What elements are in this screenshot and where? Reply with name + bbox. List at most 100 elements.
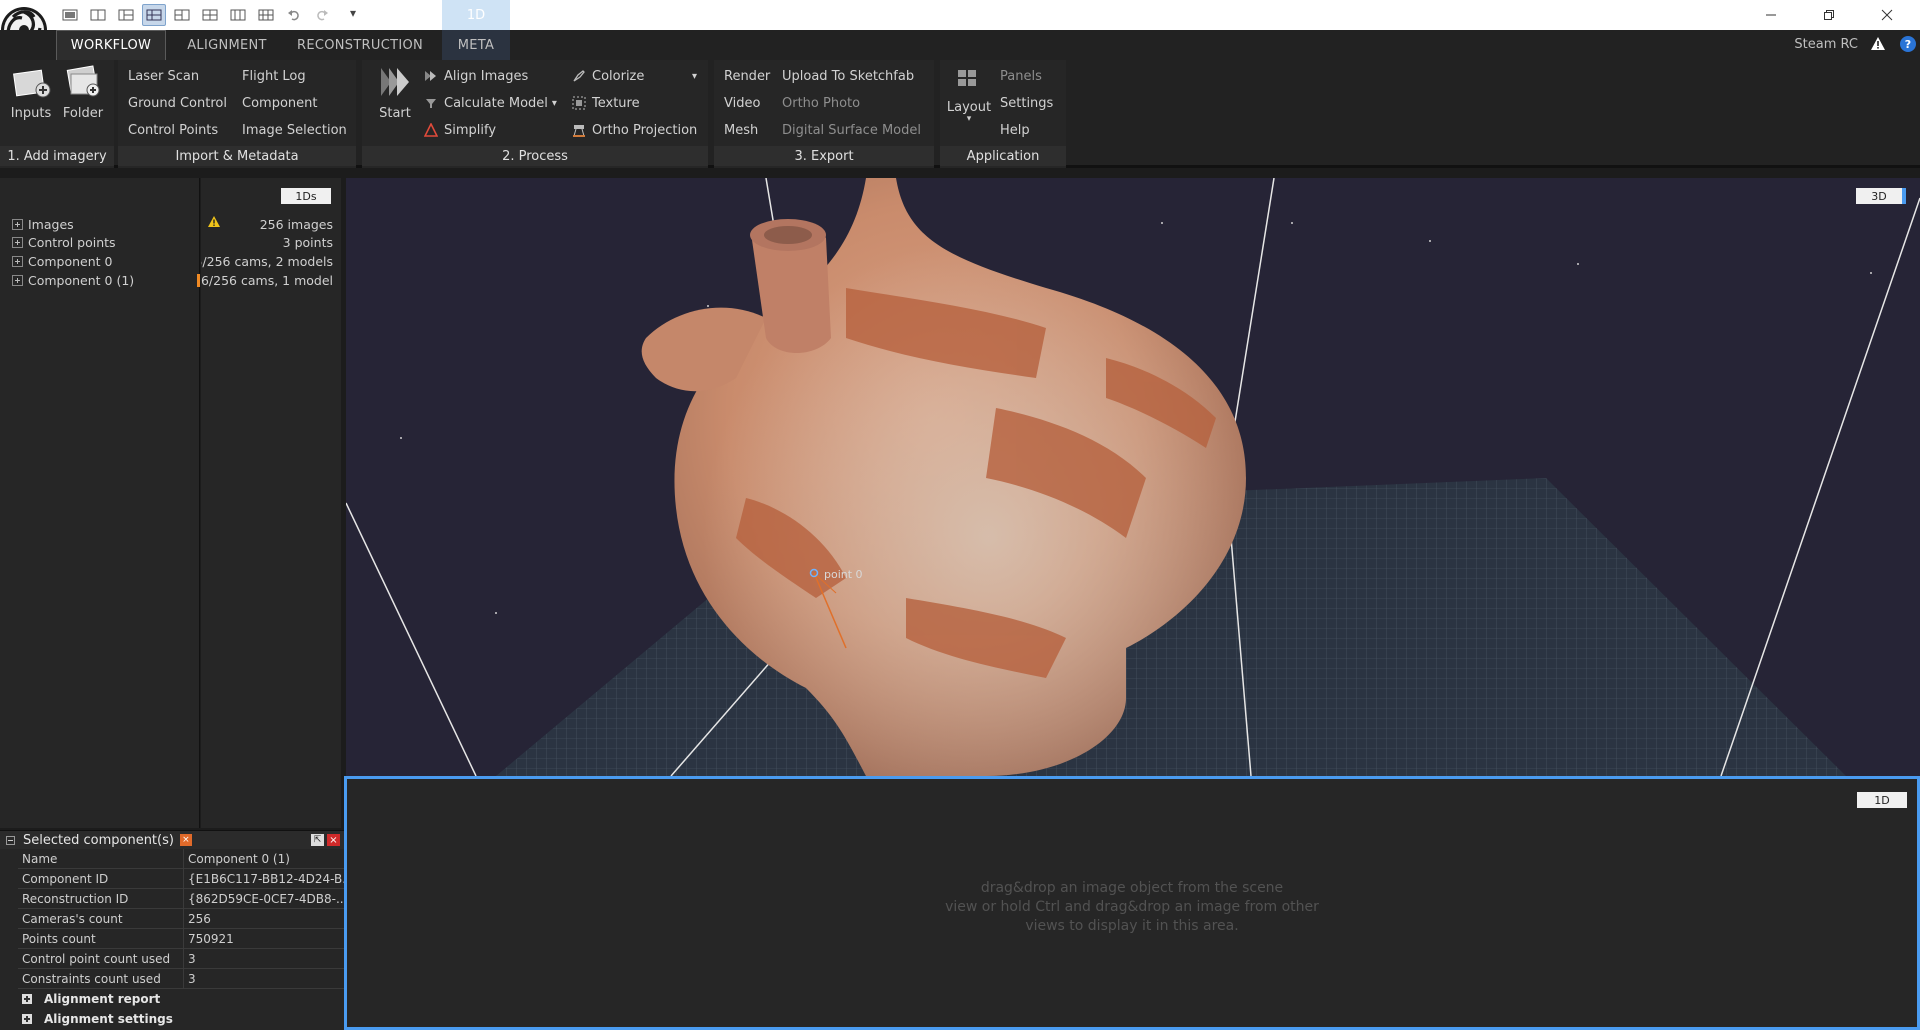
close-icon[interactable] bbox=[1858, 0, 1916, 30]
process-dropdown-icon[interactable]: ▾ bbox=[692, 65, 697, 87]
property-value[interactable]: 3 bbox=[184, 949, 344, 968]
layout-4-icon[interactable] bbox=[142, 4, 166, 26]
alignment-settings-section[interactable]: Alignment settings bbox=[22, 1009, 173, 1029]
panels-button[interactable]: Panels bbox=[1000, 65, 1042, 87]
layout-3-icon[interactable] bbox=[114, 4, 138, 26]
group-label-process: 2. Process bbox=[362, 146, 708, 166]
component-button[interactable]: Component bbox=[242, 92, 317, 114]
layout-5-icon[interactable] bbox=[170, 4, 194, 26]
quick-access-dropdown-icon[interactable]: ▾ bbox=[350, 6, 356, 20]
redo-icon[interactable] bbox=[310, 4, 334, 26]
start-button[interactable]: Start bbox=[370, 64, 420, 136]
property-value[interactable]: 750921 bbox=[184, 929, 344, 948]
colorize-label: Colorize bbox=[592, 68, 645, 84]
start-label: Start bbox=[379, 106, 411, 121]
layout-8-icon[interactable] bbox=[254, 4, 278, 26]
close-panel-icon[interactable]: × bbox=[327, 834, 340, 846]
layout-dropdown-icon[interactable]: ▾ bbox=[967, 115, 972, 124]
minimize-icon[interactable] bbox=[1742, 0, 1800, 30]
property-value[interactable]: Component 0 (1) bbox=[184, 849, 344, 868]
property-value[interactable]: {862D59CE-0CE7-4DB8-... bbox=[184, 889, 344, 908]
expand-icon[interactable] bbox=[12, 255, 23, 267]
1d-image-view[interactable]: 1D drag&drop an image object from the sc… bbox=[344, 776, 1920, 1030]
property-key: Constraints count used bbox=[18, 969, 184, 988]
calculate-model-label: Calculate Model bbox=[444, 95, 548, 111]
layout-button[interactable]: Layout ▾ bbox=[944, 64, 994, 136]
ortho-photo-button[interactable]: Ortho Photo bbox=[782, 92, 860, 114]
render-button[interactable]: Render bbox=[724, 65, 770, 87]
texture-icon bbox=[572, 96, 586, 110]
mesh-button[interactable]: Mesh bbox=[724, 119, 758, 141]
collapse-icon[interactable] bbox=[6, 835, 15, 845]
layout-7-icon[interactable] bbox=[226, 4, 250, 26]
3d-scene[interactable]: point 0 bbox=[346, 178, 1920, 776]
property-value[interactable]: {E1B6C117-BB12-4D24-B... bbox=[184, 869, 344, 888]
calculate-model-button[interactable]: Calculate Model ▾ bbox=[424, 92, 557, 114]
expand-icon[interactable] bbox=[12, 274, 23, 286]
tree-item-label: Component 0 (1) bbox=[28, 272, 135, 288]
help-button[interactable]: Help bbox=[1000, 119, 1030, 141]
restore-icon[interactable] bbox=[1800, 0, 1858, 30]
expand-icon[interactable] bbox=[12, 236, 23, 248]
float-panel-icon[interactable]: ⇱ bbox=[311, 834, 324, 846]
flight-log-button[interactable]: Flight Log bbox=[242, 65, 306, 87]
component-info-clip: 5/256 cams, 2 models 56/256 cams, 1 mode… bbox=[201, 250, 341, 288]
property-key: Component ID bbox=[18, 869, 184, 888]
upload-sketchfab-button[interactable]: Upload To Sketchfab bbox=[782, 65, 914, 87]
1d-view-badge[interactable]: 1D bbox=[1857, 792, 1907, 808]
digital-surface-model-button[interactable]: Digital Surface Model bbox=[782, 119, 921, 141]
clear-selection-icon[interactable]: × bbox=[179, 834, 192, 846]
layout-label: Layout bbox=[946, 100, 992, 115]
tree-item-component-0[interactable]: Component 0 bbox=[12, 252, 113, 270]
inputs-button[interactable]: Inputs bbox=[6, 64, 56, 136]
video-button[interactable]: Video bbox=[724, 92, 760, 114]
property-row: Points count 750921 bbox=[18, 929, 344, 949]
alignment-report-section[interactable]: Alignment report bbox=[22, 989, 160, 1009]
tab-meta[interactable]: META bbox=[442, 30, 510, 60]
context-tab-1d[interactable]: 1D bbox=[442, 0, 510, 30]
tree-item-control-points[interactable]: Control points bbox=[12, 233, 116, 251]
account-name[interactable]: Steam RC bbox=[1794, 37, 1858, 52]
colorize-button[interactable]: Colorize bbox=[572, 65, 644, 87]
group-label-add-imagery: 1. Add imagery bbox=[0, 146, 114, 166]
control-points-button[interactable]: Control Points bbox=[128, 119, 218, 141]
undo-icon[interactable] bbox=[282, 4, 306, 26]
property-key: Points count bbox=[18, 929, 184, 948]
layout-1-icon[interactable] bbox=[58, 4, 82, 26]
group-application: Layout ▾ Panels Settings Help Applicatio… bbox=[940, 60, 1066, 168]
property-value[interactable]: 256 bbox=[184, 909, 344, 928]
component-0-1-info: 56/256 cams, 1 model bbox=[201, 272, 333, 288]
property-row: Control point count used 3 bbox=[18, 949, 344, 969]
ribbon: Inputs Folder 1. Add imagery Laser Scan … bbox=[0, 60, 1920, 168]
tab-workflow[interactable]: WORKFLOW bbox=[56, 30, 166, 60]
folder-button[interactable]: Folder bbox=[58, 64, 108, 136]
settings-button[interactable]: Settings bbox=[1000, 92, 1053, 114]
expand-icon[interactable] bbox=[22, 1014, 32, 1024]
image-selection-button[interactable]: Image Selection bbox=[242, 119, 347, 141]
3d-view-badge[interactable]: 3D bbox=[1856, 188, 1906, 204]
warning-icon[interactable] bbox=[1870, 36, 1886, 55]
3d-viewport[interactable]: point 0 3D bbox=[346, 178, 1920, 776]
layout-2-icon[interactable] bbox=[86, 4, 110, 26]
tab-reconstruction[interactable]: RECONSTRUCTION bbox=[290, 30, 430, 60]
property-value[interactable]: 3 bbox=[184, 969, 344, 988]
drop-hint-line: view or hold Ctrl and drag&drop an image… bbox=[945, 899, 1319, 915]
help-icon[interactable]: ? bbox=[1900, 36, 1916, 52]
laser-scan-button[interactable]: Laser Scan bbox=[128, 65, 199, 87]
calculate-model-dropdown-icon[interactable]: ▾ bbox=[552, 98, 557, 109]
ortho-projection-button[interactable]: Ortho Projection bbox=[572, 119, 697, 141]
ground-control-button[interactable]: Ground Control bbox=[128, 92, 227, 114]
calculate-model-icon bbox=[424, 96, 438, 110]
tree-item-component-0-1[interactable]: Component 0 (1) bbox=[12, 271, 134, 289]
layout-6-icon[interactable] bbox=[198, 4, 222, 26]
texture-button[interactable]: Texture bbox=[572, 92, 640, 114]
expand-icon[interactable] bbox=[22, 994, 32, 1004]
tab-alignment[interactable]: ALIGNMENT bbox=[172, 30, 282, 60]
align-images-button[interactable]: Align Images bbox=[424, 65, 528, 87]
1ds-info-column: 1Ds 256 images 3 points 5/256 cams, 2 mo… bbox=[197, 178, 341, 828]
1ds-badge[interactable]: 1Ds bbox=[281, 188, 331, 204]
property-key: Reconstruction ID bbox=[18, 889, 184, 908]
tree-item-images[interactable]: Images bbox=[12, 215, 74, 233]
expand-icon[interactable] bbox=[12, 218, 23, 230]
simplify-button[interactable]: Simplify bbox=[424, 119, 496, 141]
